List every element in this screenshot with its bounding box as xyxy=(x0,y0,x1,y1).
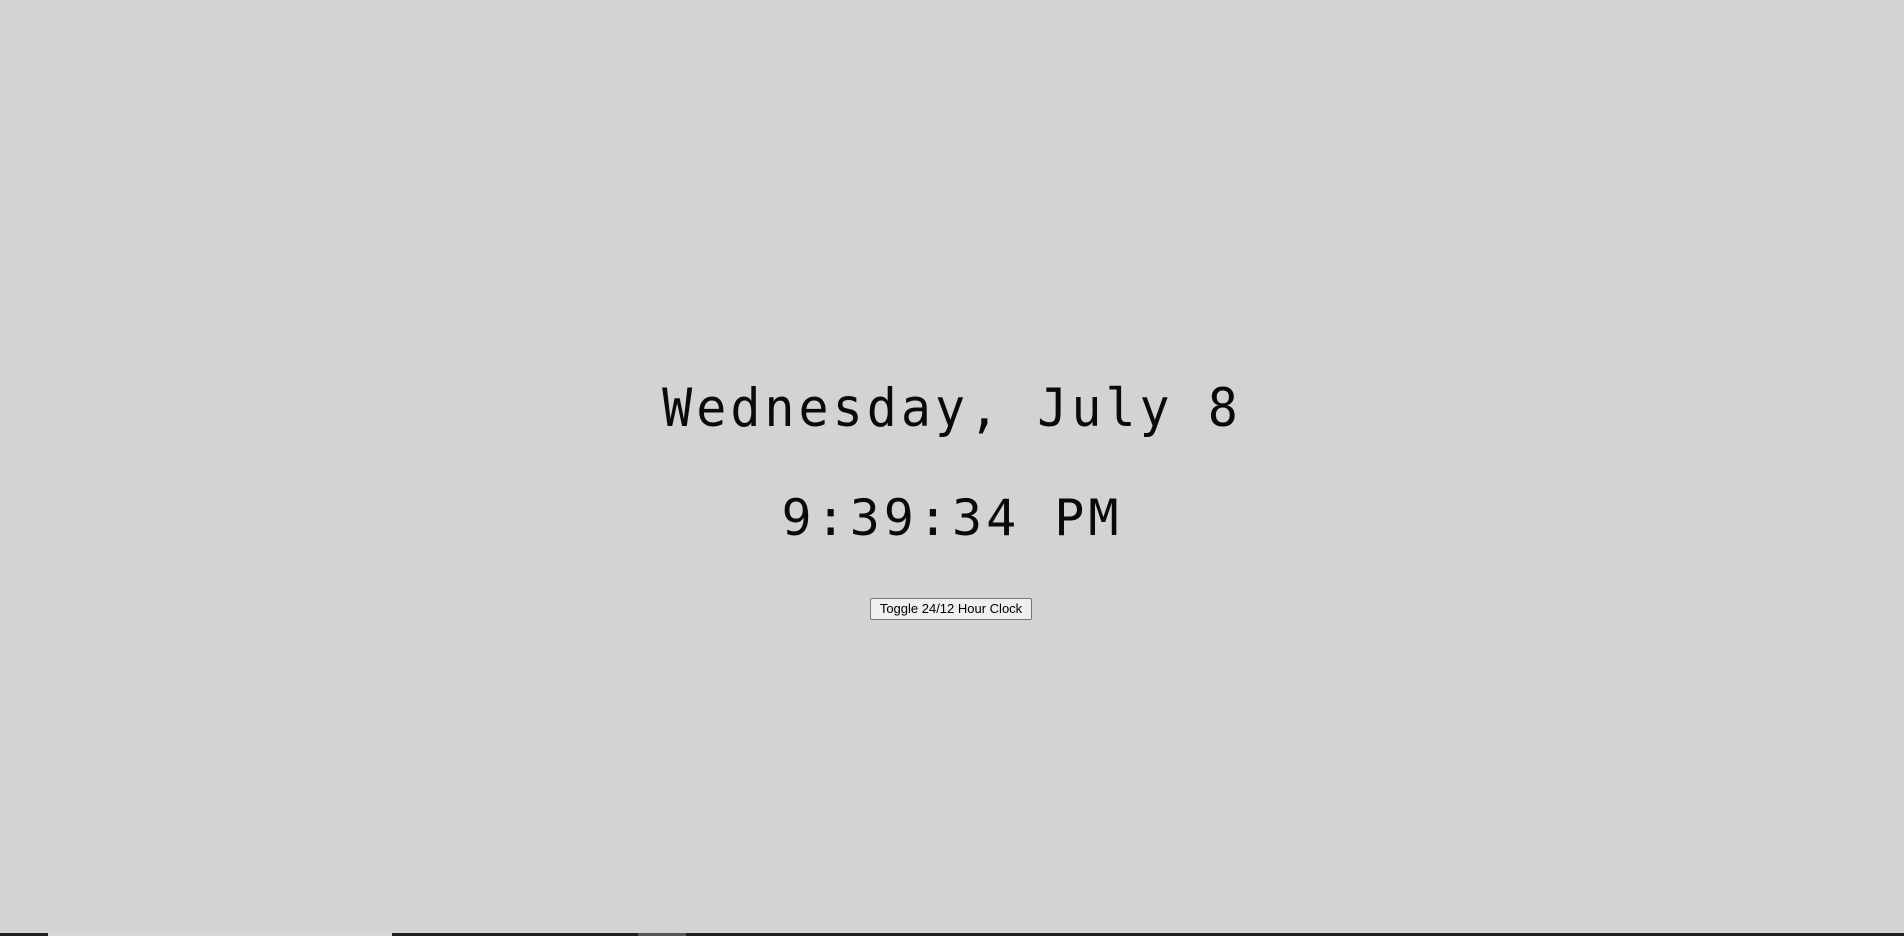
toggle-hour-format-button[interactable]: Toggle 24/12 Hour Clock xyxy=(870,598,1032,620)
time-display: 9:39:34 PM xyxy=(781,489,1123,547)
date-display: Wednesday, July 8 xyxy=(662,377,1242,439)
clock-page: Wednesday, July 8 9:39:34 PM Toggle 24/1… xyxy=(0,0,1904,936)
